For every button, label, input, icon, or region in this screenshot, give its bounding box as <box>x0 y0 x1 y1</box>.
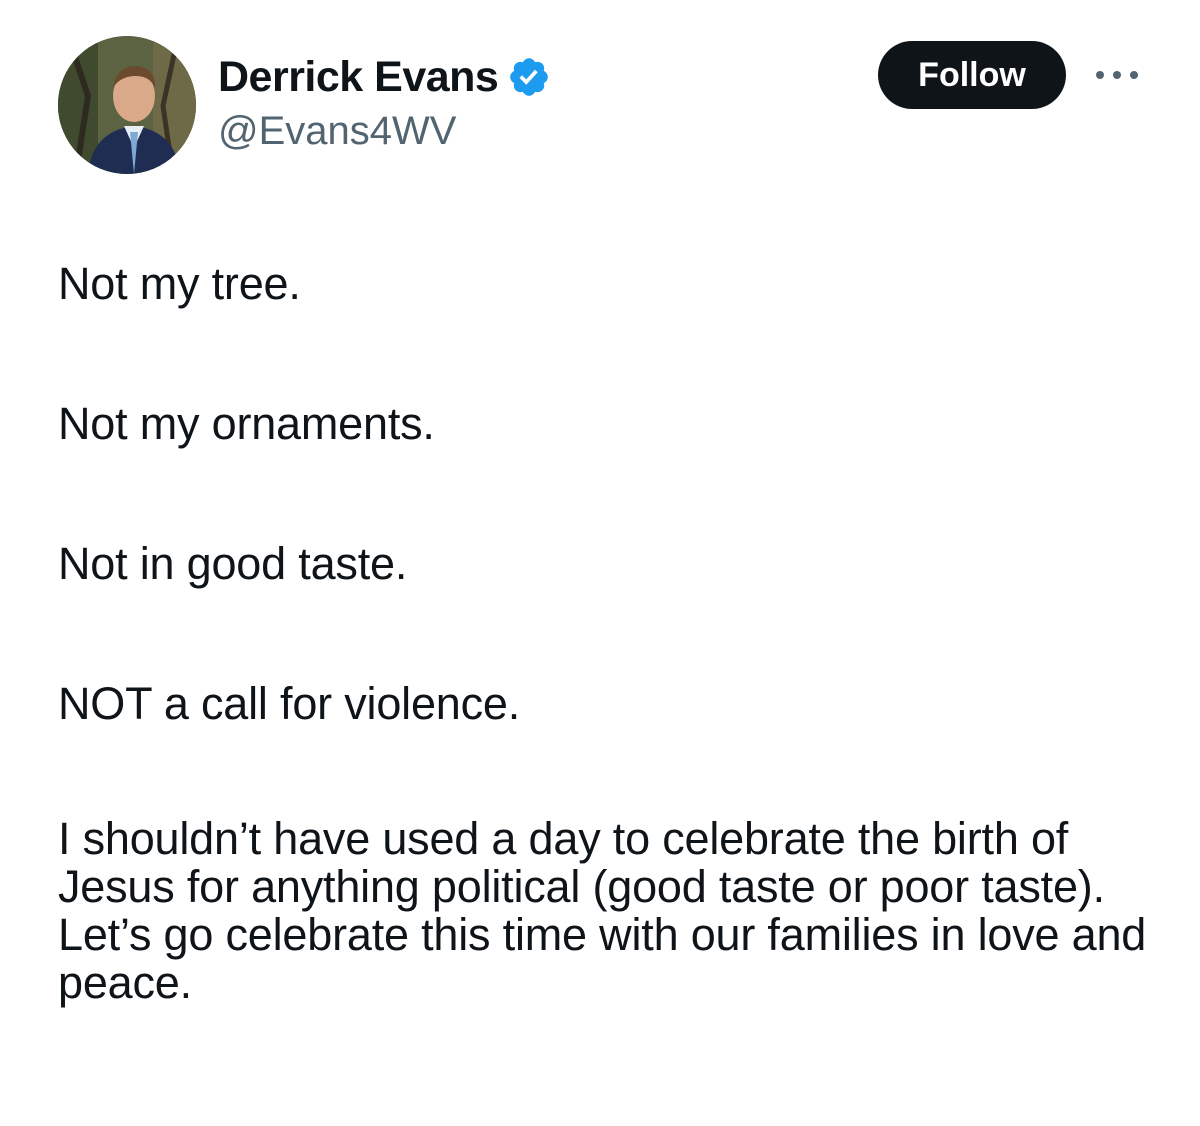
more-dot <box>1113 71 1121 79</box>
more-dot <box>1130 71 1138 79</box>
tweet-paragraph: I shouldn’t have used a day to celebrate… <box>58 813 1147 1008</box>
more-dot <box>1096 71 1104 79</box>
author-handle[interactable]: @Evans4WV <box>218 106 456 156</box>
author-name-row: Derrick Evans <box>218 52 551 102</box>
tweet-paragraph: NOT a call for violence. <box>58 678 521 729</box>
more-options-icon[interactable] <box>1092 60 1142 90</box>
author-display-name[interactable]: Derrick Evans <box>218 52 499 102</box>
tweet-paragraph: Not in good taste. <box>58 538 408 589</box>
verified-badge-icon <box>510 58 549 96</box>
tweet-text: Not my tree. Not my ornaments. Not in go… <box>58 255 1168 1007</box>
follow-button[interactable]: Follow <box>878 41 1066 109</box>
tweet-paragraph: Not my ornaments. <box>58 398 435 449</box>
tweet-paragraph: Not my tree. <box>58 258 301 309</box>
avatar-photo <box>58 36 196 174</box>
avatar[interactable] <box>58 36 196 174</box>
